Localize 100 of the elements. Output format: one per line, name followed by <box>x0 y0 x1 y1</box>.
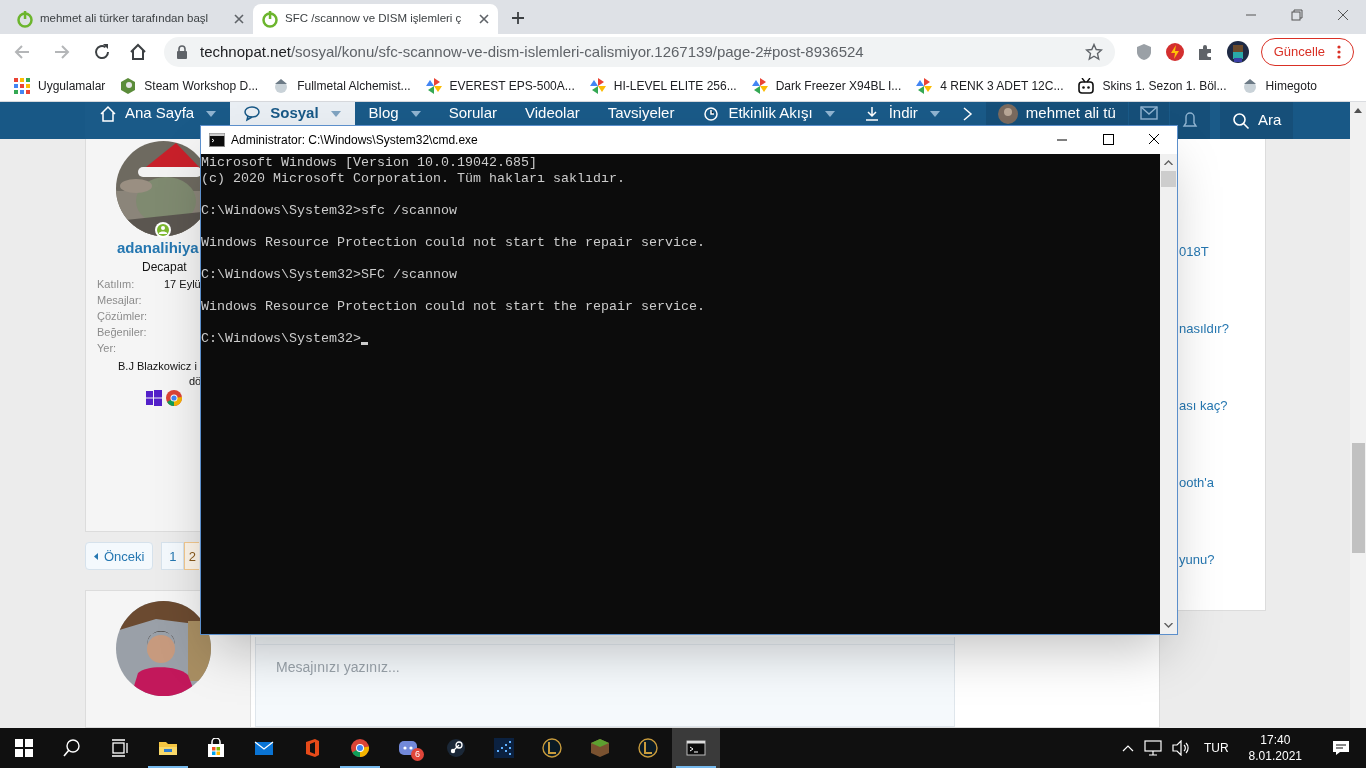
scroll-down-icon <box>1164 623 1173 628</box>
stat-value: 17 Eylü <box>164 277 201 292</box>
nav-tab[interactable]: Ana Sayfa <box>85 102 231 125</box>
bookmark[interactable]: Steam Workshop D... <box>120 76 259 95</box>
home-icon <box>99 104 117 123</box>
nav-tab[interactable]: İndir <box>848 102 954 125</box>
close-icon[interactable] <box>233 13 245 25</box>
scrollbar-thumb[interactable] <box>1351 443 1365 553</box>
nav-tab[interactable]: Sosyal <box>230 102 355 125</box>
power-icon <box>16 10 34 28</box>
shopping-bag-icon <box>206 738 226 758</box>
stat-label: Beğeniler: <box>97 325 148 340</box>
chrome-icon <box>350 738 370 758</box>
console-line: Microsoft Windows [Version 10.0.19042.685] <box>201 155 538 171</box>
clock-icon <box>702 104 721 123</box>
bookmark[interactable]: Uygulamalar <box>14 76 106 95</box>
thread-link[interactable]: 018T <box>1179 244 1265 260</box>
clock[interactable]: 17:40 8.01.2021 <box>1242 732 1308 764</box>
menu-icon <box>1337 44 1341 60</box>
star-icon[interactable] <box>1084 43 1103 61</box>
notification-badge: 6 <box>411 748 424 761</box>
console-icon <box>209 133 225 147</box>
close-icon[interactable] <box>478 13 490 25</box>
editor-placeholder: Mesajınızı yazınız... <box>275 658 401 678</box>
reload-icon[interactable] <box>92 42 112 62</box>
steam-icon <box>446 738 466 758</box>
bookmark[interactable]: Skins 1. Sezon 1. Böl... <box>1078 76 1227 95</box>
home-icon[interactable] <box>128 42 148 62</box>
scrollbar[interactable] <box>1350 102 1366 728</box>
stat-label: Mesajlar: <box>97 293 143 308</box>
scrollbar[interactable] <box>1160 154 1177 634</box>
language-indicator[interactable]: TUR <box>1199 739 1233 757</box>
thread-link[interactable]: yunu? <box>1179 552 1265 568</box>
bookmark[interactable]: Himegoto <box>1241 76 1317 95</box>
pinwheel-icon <box>916 77 933 94</box>
console-line: C:\Windows\System32>SFC /scannow <box>201 267 458 283</box>
network-icon[interactable] <box>1143 740 1162 756</box>
console-line: (c) 2020 Microsoft Corporation. Tüm hakları saklıdır. <box>201 171 626 187</box>
search-button[interactable]: Ara <box>1219 102 1294 139</box>
mail-icon[interactable] <box>1128 102 1169 125</box>
power-icon <box>261 10 279 28</box>
letter-emblem-icon <box>542 738 562 758</box>
browser-tab[interactable]: SFC /scannow ve DISM işlemleri ç <box>253 4 498 34</box>
thread-link[interactable]: nasıldır? <box>1179 321 1265 337</box>
scrollbar-thumb[interactable] <box>1161 171 1176 187</box>
address-bar[interactable]: technopat.net/sosyal/konu/sfc-scannow-ve-dism-islemleri-calismiyor.1267139/page-2#post-8936524 <box>164 37 1115 67</box>
bookmark[interactable]: Dark Freezer X94BL I... <box>751 76 902 95</box>
stat-label: Katılım: <box>97 277 136 292</box>
bookmark[interactable]: Fullmetal Alchemist... <box>273 76 411 95</box>
thread-link[interactable]: ooth'a <box>1179 475 1265 491</box>
previous-page-button[interactable]: Önceki <box>85 542 154 571</box>
console-line: C:\Windows\System32> <box>201 331 361 347</box>
pinwheel-icon <box>589 77 606 94</box>
bookmark[interactable]: EVEREST EPS-500A... <box>425 76 575 95</box>
window-title: Administrator: C:\Windows\System32\cmd.exe <box>231 132 479 149</box>
avatar-icon <box>997 103 1018 124</box>
grass-block-icon <box>590 738 610 758</box>
username: adanalihiya <box>117 238 199 258</box>
windows-icon <box>146 390 162 406</box>
url-text: technopat.net/sosyal/konu/sfc-scannow-ve-dism-islemleri-calismiyor.1267139/page-2#post-8936524 <box>199 41 865 62</box>
console-icon <box>686 738 706 758</box>
chevron-icon[interactable] <box>961 107 974 121</box>
thread-link[interactable]: ası kaç? <box>1179 398 1265 414</box>
caret-icon <box>330 110 341 117</box>
hexagon-icon <box>120 77 137 94</box>
tv-icon <box>1078 77 1095 94</box>
lock-icon <box>176 45 188 59</box>
nav-tab[interactable]: Videolar <box>511 102 594 125</box>
page-button[interactable]: 1 <box>161 542 185 571</box>
avatar-icon[interactable] <box>1226 41 1249 63</box>
task-view-icon <box>110 738 130 758</box>
taskbar-app[interactable]: 6 <box>384 728 432 768</box>
tab-title: SFC /scannow ve DISM işlemleri ç <box>285 11 463 27</box>
gamepad-icon <box>398 738 418 758</box>
pinwheel-icon <box>425 77 442 94</box>
apps-grid-icon <box>14 77 30 94</box>
lightning-icon[interactable] <box>1164 42 1185 62</box>
user-menu[interactable]: mehmet ali tü <box>985 102 1128 125</box>
stat-label: Yer: <box>97 341 118 356</box>
nav-tab[interactable]: Sorular <box>434 102 511 125</box>
shield-icon[interactable] <box>1134 43 1153 61</box>
taskbar-app[interactable] <box>672 728 720 768</box>
volume-icon[interactable] <box>1171 740 1190 756</box>
page-button[interactable]: 2 <box>184 542 200 571</box>
bell-icon[interactable] <box>1169 102 1210 139</box>
chevron-up-icon[interactable] <box>1121 744 1134 752</box>
bookmark[interactable]: HI-LEVEL ELITE 256... <box>589 76 737 95</box>
stat-label: Çözümler: <box>97 309 149 324</box>
dots-grid-icon <box>494 738 514 758</box>
nav-tab[interactable]: Blog <box>354 102 435 125</box>
console-line: Windows Resource Protection could not start the repair service. <box>201 299 706 315</box>
bookmark[interactable]: 4 RENK 3 ADET 12C... <box>916 76 1064 95</box>
notifications-icon[interactable] <box>1332 740 1350 756</box>
location-text: B.J Blazkowicz i <box>117 359 198 374</box>
nav-tab[interactable]: Etkinlik Akışı <box>688 102 849 125</box>
scroll-up-icon <box>1164 160 1173 165</box>
nav-tab[interactable]: Tavsiyeler <box>593 102 689 125</box>
caret-icon <box>206 110 217 117</box>
pinwheel-icon <box>751 77 768 94</box>
new-tab-icon[interactable] <box>510 10 526 26</box>
